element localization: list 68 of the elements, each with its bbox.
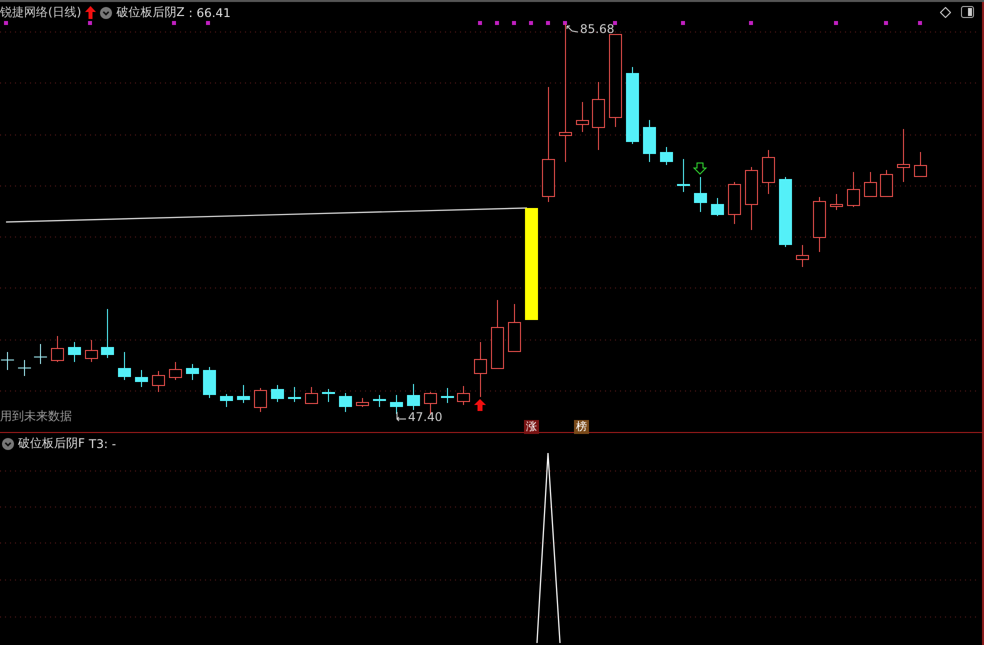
candlestick xyxy=(339,392,352,412)
candlestick xyxy=(373,394,386,408)
candlestick xyxy=(118,352,131,380)
pointer-icon xyxy=(396,412,407,422)
candlestick xyxy=(220,394,233,408)
candlestick xyxy=(660,146,673,166)
high-price-label: 85.68 xyxy=(580,22,614,36)
candlestick xyxy=(441,388,454,404)
split-panel-icon[interactable] xyxy=(961,6,974,18)
indicator-name: 破位板后阴F xyxy=(18,435,85,452)
indicator-name: 破位板后阴Z xyxy=(116,4,185,21)
candlestick xyxy=(356,398,369,408)
candlestick xyxy=(135,370,148,388)
candlestick xyxy=(0,352,14,370)
candlestick xyxy=(101,308,114,358)
candlestick xyxy=(254,388,267,412)
candlestick xyxy=(457,386,470,406)
candlestick xyxy=(847,172,860,208)
warning-text: 用到未来数据 xyxy=(0,408,72,425)
candlestick xyxy=(796,244,809,268)
chevron-down-icon[interactable] xyxy=(100,6,112,18)
candlestick xyxy=(508,304,521,352)
candlestick xyxy=(711,198,724,216)
candlestick xyxy=(288,386,301,402)
candlestick xyxy=(322,388,335,402)
candlestick xyxy=(728,182,741,224)
candlestick xyxy=(592,82,605,150)
up-arrow-icon xyxy=(474,399,486,411)
candlestick xyxy=(745,166,758,230)
candlestick xyxy=(694,176,707,212)
candlestick xyxy=(152,370,165,392)
candlestick xyxy=(18,360,32,376)
pointer-icon xyxy=(566,25,579,33)
candlestick xyxy=(271,384,284,402)
diamond-icon[interactable] xyxy=(940,6,951,18)
candlestick xyxy=(203,366,216,398)
candlestick xyxy=(864,172,877,198)
indicator-value: T3: - xyxy=(88,436,116,450)
indicator-value: : 66.41 xyxy=(188,6,231,20)
candlestick xyxy=(407,384,420,410)
down-arrow-icon xyxy=(692,162,708,175)
candlestick xyxy=(643,120,656,162)
candlestick xyxy=(576,102,589,132)
candlestick xyxy=(491,300,504,370)
candlestick xyxy=(897,128,910,182)
candlestick xyxy=(762,150,775,194)
rank-tag: 榜 xyxy=(574,420,589,434)
low-price-label: 47.40 xyxy=(408,410,442,424)
candlestick xyxy=(34,344,48,364)
stock-title: 锐捷网络(日线) xyxy=(0,4,82,21)
candlestick xyxy=(830,194,843,210)
up-arrow-icon xyxy=(85,6,96,19)
candlestick xyxy=(85,340,98,362)
candlestick xyxy=(390,394,403,414)
rise-tag: 涨 xyxy=(524,420,539,434)
candlestick xyxy=(474,342,487,398)
candlestick xyxy=(305,386,318,404)
candlestick xyxy=(68,342,81,362)
candlestick xyxy=(880,170,893,198)
candlestick xyxy=(237,384,250,404)
candlestick xyxy=(813,196,826,252)
candlestick xyxy=(779,176,792,248)
candlestick xyxy=(169,362,182,380)
candlestick xyxy=(186,364,199,380)
candlestick xyxy=(914,152,927,178)
chevron-down-icon[interactable] xyxy=(2,438,14,450)
candlestick xyxy=(677,158,690,192)
candlestick xyxy=(51,336,64,362)
